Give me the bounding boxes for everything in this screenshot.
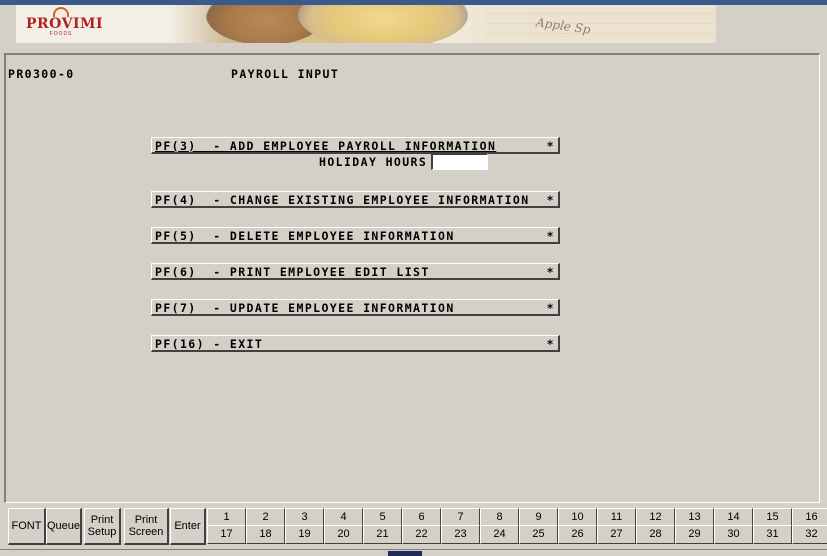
holiday-hours-label: HOLIDAY HOURS [319,155,428,169]
menu-item-star: * [546,139,555,153]
enter-button[interactable]: Enter [170,508,206,545]
queue-button[interactable]: Queue [46,508,82,545]
font-button[interactable]: FONT [8,508,46,545]
print-screen-button[interactable]: Print Screen [124,508,169,545]
print-screen-label-2: Screen [128,526,164,538]
menu-item-label: PF(7) - UPDATE EMPLOYEE INFORMATION [155,301,455,315]
menu-item-star: * [546,337,555,351]
print-screen-label-1: Print [134,514,158,526]
pf-key[interactable]: 20 [324,525,363,544]
pf-key[interactable]: 26 [558,525,597,544]
menu-item-star: * [546,301,555,315]
pf-key[interactable]: 19 [285,525,324,544]
menu-item-label: PF(6) - PRINT EMPLOYEE EDIT LIST [155,265,430,279]
menu-item-star: * [546,265,555,279]
banner: Apple Sp PROVIMI FOODS [0,5,827,43]
pf-key[interactable]: 24 [480,525,519,544]
print-setup-label-2: Setup [87,526,117,538]
status-bar [0,549,827,556]
pf-key[interactable]: 21 [363,525,402,544]
menu-item-star: * [546,229,555,243]
status-indicator [388,551,422,556]
menu-item-star: * [546,193,555,207]
pf-key[interactable]: 29 [675,525,714,544]
menu-item-label: PF(16) - EXIT [155,337,264,351]
print-setup-button[interactable]: Print Setup [84,508,121,545]
menu-item-label: PF(3) - ADD EMPLOYEE PAYROLL INFORMATION [155,139,497,153]
function-key-toolbar: FONT Queue Print Setup Print Screen Ente… [0,505,827,547]
menu-delete-employee[interactable]: PF(5) - DELETE EMPLOYEE INFORMATION * [151,227,560,244]
terminal-screen[interactable]: PR0300-0 PAYROLL INPUT PF(3) - ADD EMPLO… [4,53,820,503]
menu-exit[interactable]: PF(16) - EXIT * [151,335,560,352]
pf-key[interactable]: 22 [402,525,441,544]
pf-key[interactable]: 18 [246,525,285,544]
program-id: PR0300-0 [8,67,75,81]
menu-update-employee[interactable]: PF(7) - UPDATE EMPLOYEE INFORMATION * [151,299,560,316]
pf-key[interactable]: 30 [714,525,753,544]
menu-change-employee[interactable]: PF(4) - CHANGE EXISTING EMPLOYEE INFORMA… [151,191,560,208]
menu-add-employee-payroll[interactable]: PF(3) - ADD EMPLOYEE PAYROLL INFORMATION… [151,137,560,154]
holiday-hours-input[interactable] [431,153,488,170]
banner-photo: Apple Sp PROVIMI FOODS [16,5,716,43]
menu-item-label: PF(4) - CHANGE EXISTING EMPLOYEE INFORMA… [155,193,530,207]
menu-print-edit-list[interactable]: PF(6) - PRINT EMPLOYEE EDIT LIST * [151,263,560,280]
provimi-logo: PROVIMI FOODS [26,7,104,37]
print-setup-label-1: Print [90,514,114,526]
screen-title: PAYROLL INPUT [231,67,340,81]
pf-key[interactable]: 17 [207,525,246,544]
recipe-paper-image [486,5,716,43]
pf-key[interactable]: 23 [441,525,480,544]
pf-key[interactable]: 32 [792,525,827,544]
flour-bowl-image [298,5,468,43]
pf-key[interactable]: 31 [753,525,792,544]
menu-item-label: PF(5) - DELETE EMPLOYEE INFORMATION [155,229,455,243]
logo-name: PROVIMI [26,16,104,32]
pf-key[interactable]: 28 [636,525,675,544]
pf-key[interactable]: 27 [597,525,636,544]
pf-key[interactable]: 25 [519,525,558,544]
